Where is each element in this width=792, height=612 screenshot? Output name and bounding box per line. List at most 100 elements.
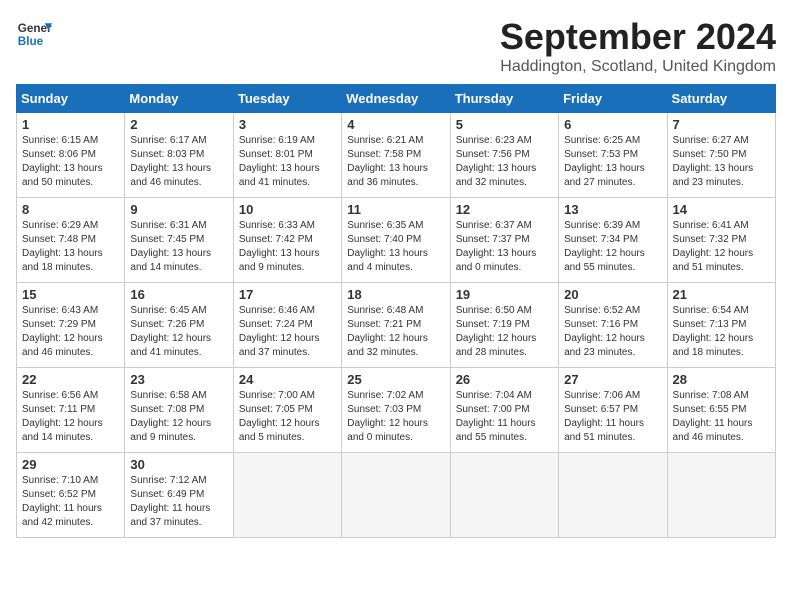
daylight: Daylight: 12 hours and 9 minutes. [130, 418, 211, 443]
day-number: 25 [347, 372, 444, 387]
daylight: Daylight: 13 hours and 23 minutes. [673, 163, 754, 188]
daylight: Daylight: 13 hours and 46 minutes. [130, 163, 211, 188]
day-info: Sunrise: 6:45 AM Sunset: 7:26 PM Dayligh… [130, 304, 227, 360]
day-info: Sunrise: 6:29 AM Sunset: 7:48 PM Dayligh… [22, 219, 119, 275]
day-info: Sunrise: 7:12 AM Sunset: 6:49 PM Dayligh… [130, 474, 227, 530]
daylight: Daylight: 13 hours and 36 minutes. [347, 163, 428, 188]
day-info: Sunrise: 6:37 AM Sunset: 7:37 PM Dayligh… [456, 219, 553, 275]
sunset: Sunset: 7:56 PM [456, 149, 530, 160]
week-row-3: 15 Sunrise: 6:43 AM Sunset: 7:29 PM Dayl… [17, 283, 776, 368]
day-info: Sunrise: 6:17 AM Sunset: 8:03 PM Dayligh… [130, 134, 227, 190]
daylight: Daylight: 12 hours and 41 minutes. [130, 333, 211, 358]
calendar-cell [667, 453, 775, 538]
calendar-cell: 23 Sunrise: 6:58 AM Sunset: 7:08 PM Dayl… [125, 368, 233, 453]
daylight: Daylight: 13 hours and 0 minutes. [456, 248, 537, 273]
sunset: Sunset: 6:52 PM [22, 489, 96, 500]
svg-text:Blue: Blue [18, 35, 44, 48]
calendar-cell [233, 453, 341, 538]
header-saturday: Saturday [667, 85, 775, 113]
day-info: Sunrise: 6:15 AM Sunset: 8:06 PM Dayligh… [22, 134, 119, 190]
day-number: 29 [22, 457, 119, 472]
sunset: Sunset: 7:53 PM [564, 149, 638, 160]
sunset: Sunset: 7:08 PM [130, 404, 204, 415]
sunrise: Sunrise: 6:27 AM [673, 135, 749, 146]
day-number: 20 [564, 287, 661, 302]
daylight: Daylight: 12 hours and 14 minutes. [22, 418, 103, 443]
day-info: Sunrise: 7:00 AM Sunset: 7:05 PM Dayligh… [239, 389, 336, 445]
sunset: Sunset: 7:24 PM [239, 319, 313, 330]
sunrise: Sunrise: 6:31 AM [130, 220, 206, 231]
logo: General Blue [16, 16, 52, 52]
daylight: Daylight: 12 hours and 23 minutes. [564, 333, 645, 358]
sunrise: Sunrise: 6:35 AM [347, 220, 423, 231]
week-row-2: 8 Sunrise: 6:29 AM Sunset: 7:48 PM Dayli… [17, 198, 776, 283]
daylight: Daylight: 13 hours and 32 minutes. [456, 163, 537, 188]
day-number: 15 [22, 287, 119, 302]
sunrise: Sunrise: 6:43 AM [22, 305, 98, 316]
sunrise: Sunrise: 6:48 AM [347, 305, 423, 316]
week-row-1: 1 Sunrise: 6:15 AM Sunset: 8:06 PM Dayli… [17, 113, 776, 198]
sunrise: Sunrise: 6:46 AM [239, 305, 315, 316]
sunset: Sunset: 7:48 PM [22, 234, 96, 245]
day-info: Sunrise: 7:02 AM Sunset: 7:03 PM Dayligh… [347, 389, 444, 445]
sunrise: Sunrise: 6:39 AM [564, 220, 640, 231]
sunset: Sunset: 7:03 PM [347, 404, 421, 415]
daylight: Daylight: 12 hours and 55 minutes. [564, 248, 645, 273]
day-info: Sunrise: 6:33 AM Sunset: 7:42 PM Dayligh… [239, 219, 336, 275]
page-header: General Blue September 2024 Haddington, … [16, 16, 776, 76]
calendar-cell: 10 Sunrise: 6:33 AM Sunset: 7:42 PM Dayl… [233, 198, 341, 283]
sunrise: Sunrise: 6:15 AM [22, 135, 98, 146]
calendar-cell: 6 Sunrise: 6:25 AM Sunset: 7:53 PM Dayli… [559, 113, 667, 198]
sunrise: Sunrise: 7:04 AM [456, 390, 532, 401]
sunset: Sunset: 7:40 PM [347, 234, 421, 245]
sunset: Sunset: 6:57 PM [564, 404, 638, 415]
sunrise: Sunrise: 7:12 AM [130, 475, 206, 486]
day-number: 11 [347, 202, 444, 217]
sunset: Sunset: 7:13 PM [673, 319, 747, 330]
daylight: Daylight: 12 hours and 28 minutes. [456, 333, 537, 358]
header-sunday: Sunday [17, 85, 125, 113]
day-info: Sunrise: 6:58 AM Sunset: 7:08 PM Dayligh… [130, 389, 227, 445]
daylight: Daylight: 12 hours and 0 minutes. [347, 418, 428, 443]
sunset: Sunset: 7:58 PM [347, 149, 421, 160]
day-info: Sunrise: 6:31 AM Sunset: 7:45 PM Dayligh… [130, 219, 227, 275]
sunset: Sunset: 8:03 PM [130, 149, 204, 160]
daylight: Daylight: 11 hours and 51 minutes. [564, 418, 644, 443]
sunset: Sunset: 6:49 PM [130, 489, 204, 500]
day-info: Sunrise: 6:46 AM Sunset: 7:24 PM Dayligh… [239, 304, 336, 360]
day-info: Sunrise: 6:19 AM Sunset: 8:01 PM Dayligh… [239, 134, 336, 190]
daylight: Daylight: 12 hours and 51 minutes. [673, 248, 754, 273]
day-number: 24 [239, 372, 336, 387]
calendar-cell: 9 Sunrise: 6:31 AM Sunset: 7:45 PM Dayli… [125, 198, 233, 283]
day-number: 16 [130, 287, 227, 302]
day-info: Sunrise: 6:43 AM Sunset: 7:29 PM Dayligh… [22, 304, 119, 360]
daylight: Daylight: 13 hours and 9 minutes. [239, 248, 320, 273]
calendar-cell [559, 453, 667, 538]
daylight: Daylight: 12 hours and 5 minutes. [239, 418, 320, 443]
sunrise: Sunrise: 6:37 AM [456, 220, 532, 231]
sunset: Sunset: 7:32 PM [673, 234, 747, 245]
sunrise: Sunrise: 6:45 AM [130, 305, 206, 316]
sunrise: Sunrise: 6:52 AM [564, 305, 640, 316]
daylight: Daylight: 11 hours and 42 minutes. [22, 503, 102, 528]
sunset: Sunset: 7:19 PM [456, 319, 530, 330]
header-friday: Friday [559, 85, 667, 113]
calendar-cell [342, 453, 450, 538]
day-number: 9 [130, 202, 227, 217]
calendar-cell: 14 Sunrise: 6:41 AM Sunset: 7:32 PM Dayl… [667, 198, 775, 283]
day-number: 23 [130, 372, 227, 387]
daylight: Daylight: 13 hours and 14 minutes. [130, 248, 211, 273]
daylight: Daylight: 13 hours and 18 minutes. [22, 248, 103, 273]
sunrise: Sunrise: 6:56 AM [22, 390, 98, 401]
title-area: September 2024 Haddington, Scotland, Uni… [500, 16, 776, 76]
sunset: Sunset: 8:01 PM [239, 149, 313, 160]
sunset: Sunset: 7:16 PM [564, 319, 638, 330]
day-number: 27 [564, 372, 661, 387]
day-number: 6 [564, 117, 661, 132]
calendar-cell: 27 Sunrise: 7:06 AM Sunset: 6:57 PM Dayl… [559, 368, 667, 453]
day-number: 21 [673, 287, 770, 302]
sunrise: Sunrise: 6:58 AM [130, 390, 206, 401]
sunrise: Sunrise: 7:02 AM [347, 390, 423, 401]
calendar-cell: 8 Sunrise: 6:29 AM Sunset: 7:48 PM Dayli… [17, 198, 125, 283]
day-info: Sunrise: 6:50 AM Sunset: 7:19 PM Dayligh… [456, 304, 553, 360]
